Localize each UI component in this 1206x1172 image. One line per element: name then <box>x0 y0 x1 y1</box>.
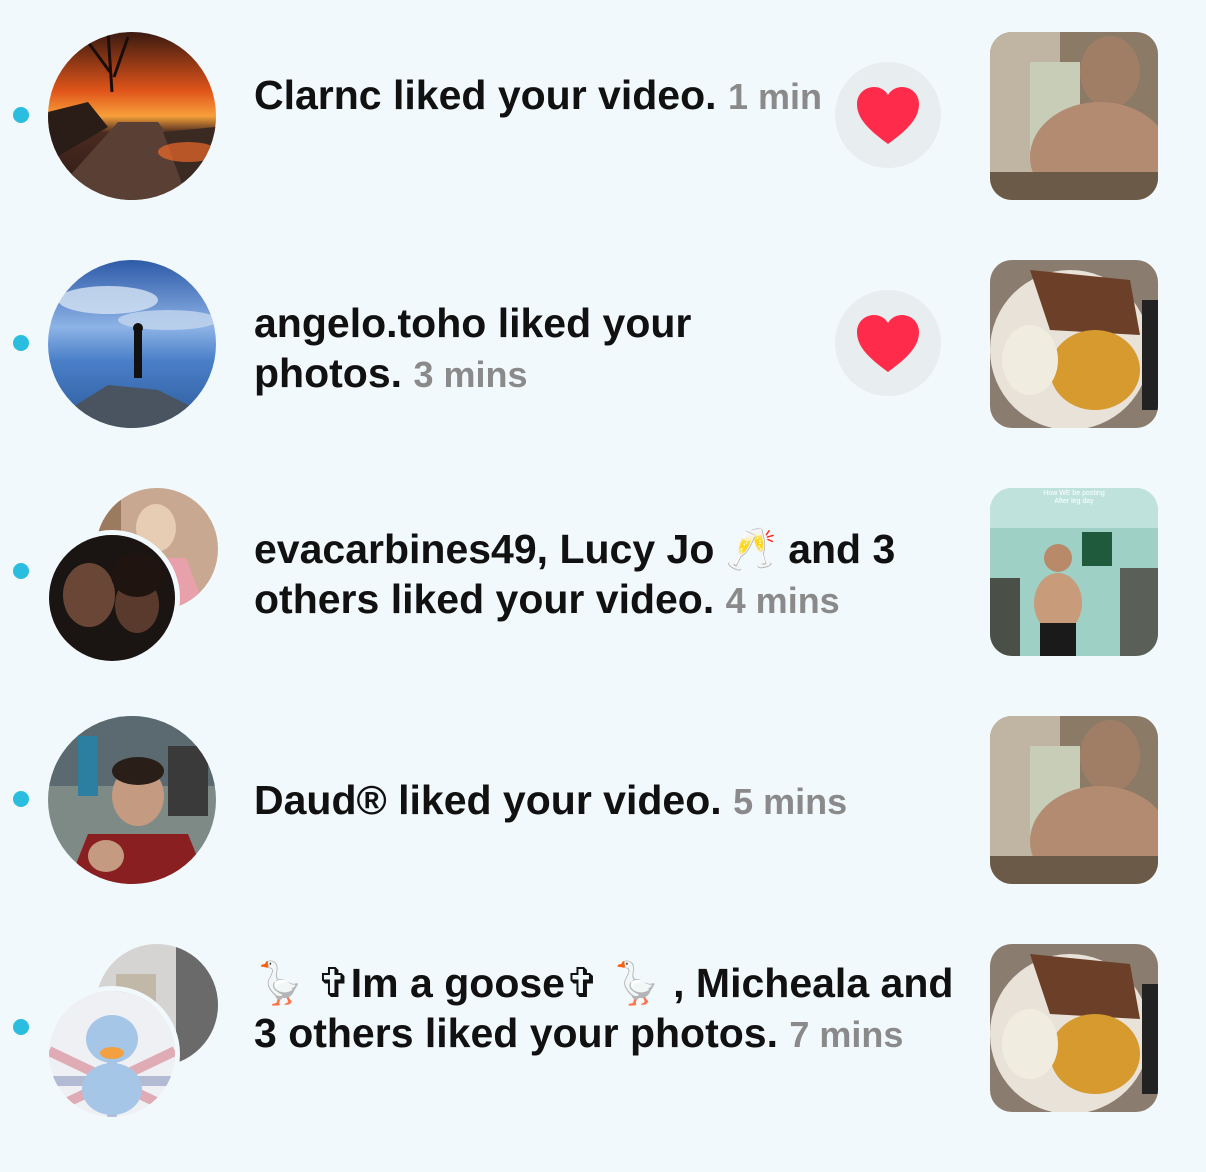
notification-action: liked your video. <box>379 576 715 622</box>
post-thumbnail[interactable] <box>990 716 1158 884</box>
notification-time: 4 mins <box>725 580 840 621</box>
heart-icon <box>857 315 919 372</box>
heart-icon <box>857 87 919 144</box>
notification-text: 🪿 ✞Im a goose✞ 🪿 , Micheala and 3 others… <box>254 958 954 1060</box>
unread-dot-icon <box>13 791 29 807</box>
notification-time: 3 mins <box>413 354 528 395</box>
notification-action: liked your video. <box>386 777 722 823</box>
unread-dot-icon <box>13 107 29 123</box>
notification-row[interactable]: Clarnc liked your video. 1 min <box>0 0 1206 228</box>
notification-users[interactable]: Clarnc <box>254 72 382 118</box>
post-thumbnail[interactable]: How WE be posting After leg day <box>990 488 1158 656</box>
avatar[interactable] <box>48 32 216 200</box>
notification-text: evacarbines49, Lucy Jo 🥂 and 3 others li… <box>254 524 954 626</box>
notification-row[interactable]: evacarbines49, Lucy Jo 🥂 and 3 others li… <box>0 456 1206 684</box>
notification-row[interactable]: angelo.toho liked your photos. 3 mins <box>0 228 1206 456</box>
like-back-button[interactable] <box>835 62 941 168</box>
avatar[interactable] <box>48 260 216 428</box>
unread-dot-icon <box>13 335 29 351</box>
unread-dot-icon <box>13 563 29 579</box>
notification-users[interactable]: angelo.toho <box>254 300 486 346</box>
post-thumbnail[interactable] <box>990 32 1158 200</box>
thumbnail-caption: How WE be posting After leg day <box>1043 490 1105 505</box>
avatar[interactable] <box>44 986 180 1122</box>
notification-time: 1 min <box>727 76 822 117</box>
notification-action: liked your video. <box>381 72 717 118</box>
avatar[interactable] <box>44 530 180 666</box>
notification-users[interactable]: Daud® <box>254 777 387 823</box>
notification-time: 5 mins <box>733 781 848 822</box>
post-thumbnail[interactable] <box>990 944 1158 1112</box>
notification-text: angelo.toho liked your photos. 3 mins <box>254 298 794 400</box>
avatar[interactable] <box>48 716 216 884</box>
notification-time: 7 mins <box>789 1014 904 1055</box>
like-back-button[interactable] <box>835 290 941 396</box>
notification-row[interactable]: Daud® liked your video. 5 mins <box>0 684 1206 912</box>
unread-dot-icon <box>13 1019 29 1035</box>
notification-action: liked your photos. <box>413 1010 778 1056</box>
notification-row[interactable]: 🪿 ✞Im a goose✞ 🪿 , Micheala and 3 others… <box>0 912 1206 1140</box>
post-thumbnail[interactable] <box>990 260 1158 428</box>
notification-text: Daud® liked your video. 5 mins <box>254 775 954 827</box>
